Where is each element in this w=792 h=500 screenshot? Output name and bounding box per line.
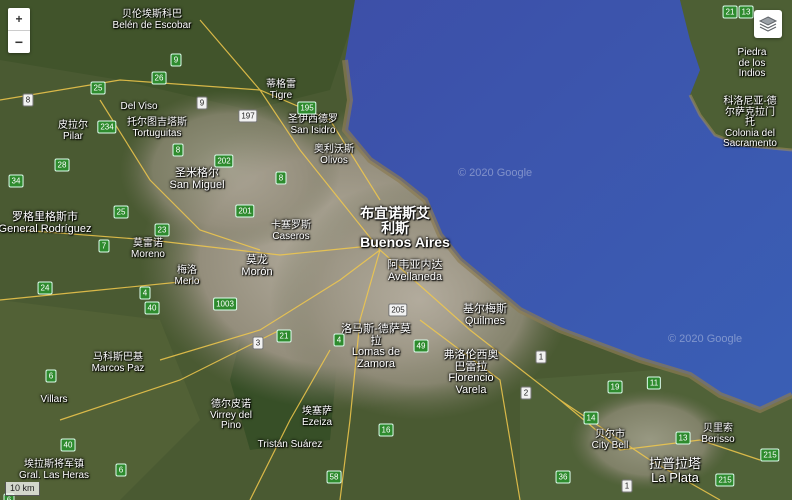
route-shield: 13 [675, 431, 691, 445]
route-shield: 36 [555, 470, 571, 484]
place-label: Del Viso [120, 101, 158, 112]
place-label: 德尔皮诺 Virrey del Pino [209, 399, 253, 431]
place-label: 贝尔市 City Bell [591, 429, 629, 451]
route-shield: 8 [22, 93, 34, 107]
route-shield: 9 [170, 53, 182, 67]
route-shield: 11 [646, 376, 662, 390]
route-shield: 3 [252, 336, 264, 350]
route-shield: 28 [54, 158, 70, 172]
place-label: 罗格里格斯市 General Rodríguez [0, 211, 92, 235]
route-shield: 21 [276, 329, 292, 343]
place-label: 科洛尼亚-德尔萨克拉门托 Colonia del Sacramento [723, 96, 777, 149]
route-shield: 215 [715, 473, 735, 487]
route-shield: 4 [333, 333, 345, 347]
route-shield: 9 [196, 96, 208, 110]
place-label: Villars [40, 394, 68, 405]
route-shield: 24 [37, 281, 53, 295]
route-shield: 1 [621, 479, 633, 493]
route-shield: 40 [144, 301, 160, 315]
route-shield: 34 [8, 174, 24, 188]
place-label: 阿韦亚内达 Avellaneda [387, 259, 443, 283]
scale-bar: 10 km [5, 482, 40, 496]
place-label: 基尔梅斯 Quilmes [463, 303, 507, 327]
place-label: 埃拉斯将军镇 Gral. Las Heras [18, 459, 90, 481]
route-shield: 26 [151, 71, 167, 85]
city-label-buenos-aires: 布宜诺斯艾利斯 Buenos Aires [360, 205, 450, 251]
route-shield: 8 [275, 171, 287, 185]
route-shield: 1003 [213, 297, 237, 311]
place-label: 拉普拉塔 La Plata [648, 456, 702, 485]
place-label: 埃塞萨 Ezeiza [301, 406, 333, 428]
route-shield: 201 [235, 204, 255, 218]
copyright-watermark: © 2020 Google [458, 167, 533, 179]
route-shield: 40 [60, 438, 76, 452]
route-shield: 23 [154, 223, 170, 237]
route-shield: 16 [378, 423, 394, 437]
route-shield: 1 [535, 350, 547, 364]
map-view[interactable]: 贝伦埃斯科巴 Belén de Escobar 蒂格雷 Tigre 圣伊西德罗 San… [0, 0, 792, 500]
route-shield: 58 [326, 470, 342, 484]
route-shield: 205 [388, 303, 408, 317]
place-label: 蒂格雷 Tigre [266, 79, 296, 101]
route-shield: 4 [139, 286, 151, 300]
place-label: 洛马斯-德萨莫拉 Lomas de Zamora [341, 323, 411, 370]
place-label: 托尔图吉塔斯 Tortuguitas [127, 117, 187, 139]
place-label: 贝里索 Berisso [701, 423, 735, 445]
place-label: 梅洛 Merlo [174, 265, 200, 287]
route-shield: 197 [238, 109, 258, 123]
route-shield: 234 [97, 120, 117, 134]
route-shield: 195 [297, 101, 317, 115]
route-shield: 13 [738, 5, 754, 19]
place-label: 圣伊西德罗 San Isidro [288, 114, 338, 136]
route-shield: 25 [90, 81, 106, 95]
zoom-out-button[interactable]: − [8, 31, 30, 53]
route-shield: 202 [214, 154, 234, 168]
place-label: 莫龙 Morón [241, 254, 273, 278]
layers-button[interactable] [754, 10, 782, 38]
route-shield: 21 [722, 5, 738, 19]
layers-icon [758, 16, 778, 32]
route-shield: 7 [98, 239, 110, 253]
route-shield: 6 [115, 463, 127, 477]
place-label: 弗洛伦西奥巴雷拉 Florencio Varela [443, 349, 499, 396]
route-shield: 8 [172, 143, 184, 157]
place-label: 莫雷诺 Moreno [131, 238, 165, 260]
zoom-in-button[interactable]: + [8, 8, 30, 31]
place-label: 奥利沃斯 Olivos [314, 144, 354, 166]
copyright-watermark: © 2020 Google [668, 333, 743, 345]
place-label: Piedra de los Indios [737, 47, 767, 79]
place-label: 皮拉尔 Pilar [58, 120, 88, 142]
place-label: 圣米格尔 San Miguel [169, 167, 225, 191]
route-shield: 6 [45, 369, 57, 383]
route-shield: 25 [113, 205, 129, 219]
place-label: 卡塞罗斯 Caseros [271, 220, 311, 242]
route-shield: 215 [760, 448, 780, 462]
zoom-control: + − [8, 8, 30, 53]
route-shield: 2 [520, 386, 532, 400]
place-label: 贝伦埃斯科巴 Belén de Escobar [112, 9, 192, 31]
route-shield: 49 [413, 339, 429, 353]
route-shield: 19 [607, 380, 623, 394]
place-label: 马科斯巴基 Marcos Paz [91, 352, 145, 374]
route-shield: 14 [583, 411, 599, 425]
place-label: Tristán Suárez [257, 439, 323, 450]
